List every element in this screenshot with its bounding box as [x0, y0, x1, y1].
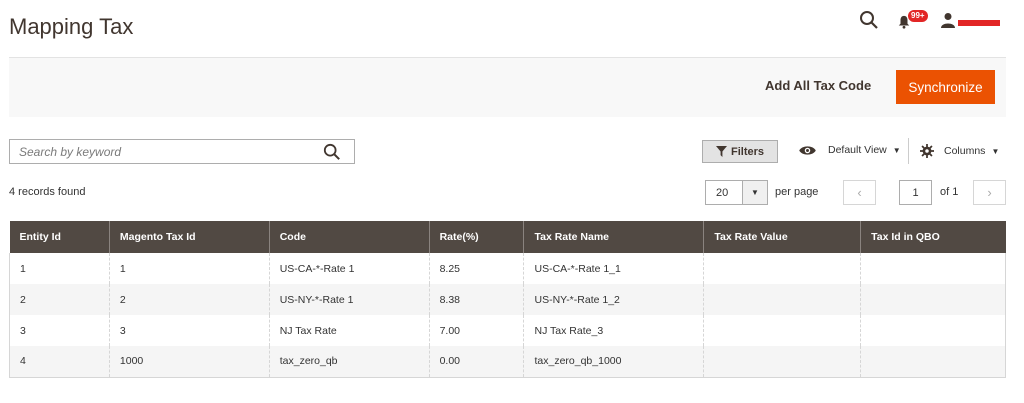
cell-tax-id-qbo: [860, 284, 1006, 315]
columns-dropdown[interactable]: Columns ▼: [920, 144, 999, 158]
funnel-icon: [715, 146, 727, 157]
cell-tax-rate-value: [703, 284, 862, 315]
column-header-rate[interactable]: Rate(%): [429, 221, 525, 253]
column-header-tax-rate-value[interactable]: Tax Rate Value: [703, 221, 862, 253]
cell-magento-tax-id: 2: [109, 284, 270, 315]
cell-rate: 7.00: [429, 315, 525, 346]
cell-rate: 0.00: [429, 346, 525, 378]
keyword-search: [9, 139, 355, 164]
per-page-select[interactable]: 20 ▼: [705, 180, 768, 205]
default-view-label: Default View: [828, 144, 887, 156]
chevron-left-icon: ‹: [857, 185, 862, 200]
cell-code: US-CA-*-Rate 1: [269, 253, 430, 284]
column-header-entity-id[interactable]: Entity Id: [9, 221, 110, 253]
toolbar-divider: [908, 138, 909, 164]
column-header-magento-tax-id[interactable]: Magento Tax Id: [109, 221, 270, 253]
search-icon[interactable]: [859, 10, 879, 30]
table-row[interactable]: 3 3 NJ Tax Rate 7.00 NJ Tax Rate_3: [9, 315, 1006, 346]
cell-rate: 8.25: [429, 253, 525, 284]
notifications[interactable]: 99+: [897, 10, 937, 32]
user-name-redacted[interactable]: [958, 20, 1000, 26]
chevron-down-icon[interactable]: ▼: [742, 181, 767, 204]
tax-mapping-grid: Entity Id Magento Tax Id Code Rate(%) Ta…: [9, 221, 1006, 378]
columns-label: Columns: [944, 145, 986, 157]
per-page-value: 20: [716, 187, 729, 199]
cell-tax-rate-name: NJ Tax Rate_3: [523, 315, 705, 346]
next-page-button[interactable]: ›: [973, 180, 1006, 205]
cell-tax-rate-name: US-NY-*-Rate 1_2: [523, 284, 705, 315]
cell-magento-tax-id: 1000: [109, 346, 270, 378]
column-header-tax-id-qbo[interactable]: Tax Id in QBO: [860, 221, 1006, 253]
chevron-down-icon: ▼: [892, 145, 901, 155]
page-actions-bar: Add All Tax Code Synchronize: [9, 57, 1006, 117]
cell-entity-id: 3: [9, 315, 110, 346]
previous-page-button[interactable]: ‹: [843, 180, 876, 205]
table-row[interactable]: 4 1000 tax_zero_qb 0.00 tax_zero_qb_1000: [9, 346, 1006, 378]
cell-entity-id: 4: [9, 346, 110, 378]
search-input[interactable]: [10, 140, 310, 163]
eye-icon: [799, 145, 816, 155]
cell-magento-tax-id: 3: [109, 315, 270, 346]
gear-icon: [920, 144, 934, 158]
cell-entity-id: 1: [9, 253, 110, 284]
cell-tax-rate-name: tax_zero_qb_1000: [523, 346, 705, 378]
cell-code: US-NY-*-Rate 1: [269, 284, 430, 315]
default-view-dropdown[interactable]: Default View ▼: [799, 144, 901, 156]
table-row[interactable]: 2 2 US-NY-*-Rate 1 8.38 US-NY-*-Rate 1_2: [9, 284, 1006, 315]
filters-label: Filters: [730, 145, 764, 158]
chevron-down-icon: ▼: [991, 146, 1000, 156]
cell-tax-id-qbo: [860, 346, 1006, 378]
current-page-input[interactable]: [899, 180, 932, 205]
column-header-code[interactable]: Code: [269, 221, 430, 253]
page-header: Mapping Tax 99+: [0, 0, 1024, 57]
page-title: Mapping Tax: [9, 14, 134, 39]
per-page-label: per page: [775, 186, 819, 198]
chevron-right-icon: ›: [987, 185, 992, 200]
cell-code: tax_zero_qb: [269, 346, 430, 378]
synchronize-button[interactable]: Synchronize: [896, 70, 995, 104]
cell-magento-tax-id: 1: [109, 253, 270, 284]
table-row[interactable]: 1 1 US-CA-*-Rate 1 8.25 US-CA-*-Rate 1_1: [9, 253, 1006, 284]
cell-rate: 8.38: [429, 284, 525, 315]
cell-code: NJ Tax Rate: [269, 315, 430, 346]
cell-entity-id: 2: [9, 284, 110, 315]
cell-tax-rate-value: [703, 253, 862, 284]
filters-button[interactable]: Filters: [702, 140, 778, 163]
total-pages: of 1: [940, 186, 959, 198]
cell-tax-id-qbo: [860, 315, 1006, 346]
column-header-tax-rate-name[interactable]: Tax Rate Name: [523, 221, 705, 253]
add-all-tax-code-button[interactable]: Add All Tax Code: [765, 78, 871, 93]
cell-tax-id-qbo: [860, 253, 1006, 284]
user-icon[interactable]: [940, 12, 956, 28]
search-submit-icon[interactable]: [323, 143, 341, 161]
notification-badge: 99+: [908, 10, 928, 22]
cell-tax-rate-value: [703, 315, 862, 346]
records-found: 4 records found: [9, 186, 86, 198]
grid-header-row: Entity Id Magento Tax Id Code Rate(%) Ta…: [9, 221, 1006, 253]
cell-tax-rate-value: [703, 346, 862, 378]
cell-tax-rate-name: US-CA-*-Rate 1_1: [523, 253, 705, 284]
